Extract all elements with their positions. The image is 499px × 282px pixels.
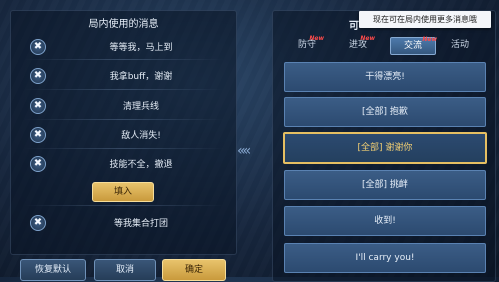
message-row[interactable]: ✖ 等等我，马上到: [18, 36, 228, 58]
message-label: 等我集合打团: [113, 219, 168, 229]
tab-events[interactable]: 活动: [446, 37, 474, 53]
message-card[interactable]: 干得漂亮!: [284, 62, 486, 92]
divider: [24, 205, 224, 206]
divider: [24, 119, 224, 120]
message-label: 清理兵线: [122, 102, 159, 112]
message-row[interactable]: ✖ 清理兵线: [18, 95, 228, 117]
message-card[interactable]: [全部] 抱歉: [284, 97, 486, 127]
divider: [24, 89, 224, 90]
tooltip: 现在可在局内使用更多消息哦: [359, 11, 491, 28]
close-icon[interactable]: ✖: [30, 98, 46, 114]
close-icon[interactable]: ✖: [30, 215, 46, 231]
tab-communication[interactable]: 交流 New: [390, 36, 437, 55]
tab-attack[interactable]: 进攻 New: [343, 35, 375, 53]
message-row[interactable]: ✖ 技能不全，撤退: [18, 153, 228, 175]
fill-in-button[interactable]: 填入: [92, 182, 154, 202]
new-badge: New: [309, 35, 324, 42]
confirm-button[interactable]: 确定: [162, 259, 226, 281]
message-card-selected[interactable]: [全部] 谢谢你: [283, 132, 487, 164]
tab-label: 活动: [450, 40, 469, 50]
tab-label: 交流: [403, 41, 422, 51]
message-label: 等等我，马上到: [109, 43, 173, 53]
close-icon[interactable]: ✖: [30, 127, 46, 143]
message-card[interactable]: I'll carry you!: [284, 243, 486, 273]
close-icon[interactable]: ✖: [30, 156, 46, 172]
cancel-button[interactable]: 取消: [94, 259, 156, 281]
panel-title: 可: [349, 21, 359, 32]
message-card[interactable]: 收到!: [284, 206, 486, 236]
message-row[interactable]: ✖ 等我集合打团: [18, 212, 228, 234]
chevron-left-icon: «: [242, 143, 251, 159]
double-chevron-left-icon: ««: [237, 143, 251, 159]
close-icon[interactable]: ✖: [30, 39, 46, 55]
message-label: 技能不全，撤退: [109, 160, 173, 170]
panel-title: 局内使用的消息: [88, 19, 159, 30]
new-badge: New: [360, 35, 375, 42]
message-row[interactable]: ✖ 敌人消失!: [18, 124, 228, 146]
divider: [24, 148, 224, 149]
tab-defense[interactable]: 防守 New: [292, 35, 324, 53]
message-card[interactable]: [全部] 挑衅: [284, 170, 486, 200]
new-badge: New: [422, 36, 437, 43]
restore-default-button[interactable]: 恢复默认: [20, 259, 86, 281]
message-row[interactable]: ✖ 我拿buff，谢谢: [18, 65, 228, 87]
divider: [24, 59, 224, 60]
close-icon[interactable]: ✖: [30, 68, 46, 84]
message-label: 我拿buff，谢谢: [109, 72, 173, 82]
message-label: 敌人消失!: [121, 131, 161, 141]
